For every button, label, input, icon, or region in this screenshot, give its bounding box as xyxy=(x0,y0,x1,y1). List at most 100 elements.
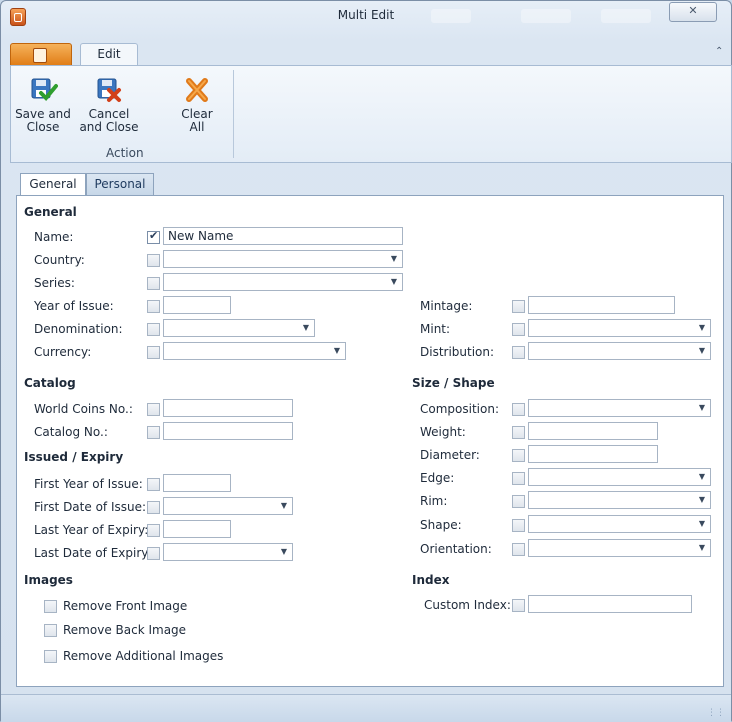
mintage-checkbox[interactable] xyxy=(512,300,525,313)
denomination-combo[interactable]: ▼ xyxy=(163,319,315,337)
country-combo[interactable]: ▼ xyxy=(163,250,403,268)
close-icon: ✕ xyxy=(688,4,698,17)
chevron-down-icon: ▼ xyxy=(698,346,706,355)
section-issued-expiry: Issued / Expiry xyxy=(24,450,124,464)
rim-label: Rim: xyxy=(420,494,448,508)
edge-combo[interactable]: ▼ xyxy=(528,468,711,486)
world-coins-no-checkbox[interactable] xyxy=(147,403,160,416)
catalog-no-checkbox[interactable] xyxy=(147,426,160,439)
distribution-checkbox[interactable] xyxy=(512,346,525,359)
remove-back-image-checkbox[interactable] xyxy=(44,624,57,637)
year-of-issue-field[interactable] xyxy=(163,296,231,314)
cancel-close-icon xyxy=(97,78,121,102)
custom-index-checkbox[interactable] xyxy=(512,599,525,612)
remove-front-image-checkbox[interactable] xyxy=(44,600,57,613)
first-year-of-issue-label: First Year of Issue: xyxy=(34,477,143,491)
series-combo[interactable]: ▼ xyxy=(163,273,403,291)
name-field[interactable]: New Name xyxy=(163,227,403,245)
diameter-checkbox[interactable] xyxy=(512,449,525,462)
mint-label: Mint: xyxy=(420,322,451,336)
remove-additional-images-checkbox[interactable] xyxy=(44,650,57,663)
last-year-of-expiry-checkbox[interactable] xyxy=(147,524,160,537)
weight-checkbox[interactable] xyxy=(512,426,525,439)
remove-additional-images-label: Remove Additional Images xyxy=(63,649,224,663)
currency-combo[interactable]: ▼ xyxy=(163,342,346,360)
window-title: Multi Edit xyxy=(337,8,395,22)
composition-label: Composition: xyxy=(420,402,499,416)
chevron-down-icon: ▼ xyxy=(698,403,706,412)
currency-checkbox[interactable] xyxy=(147,346,160,359)
shape-combo[interactable]: ▼ xyxy=(528,515,711,533)
chevron-down-icon: ▼ xyxy=(698,472,706,481)
diameter-field[interactable] xyxy=(528,445,658,463)
first-year-of-issue-checkbox[interactable] xyxy=(147,478,160,491)
last-date-of-expiry-picker[interactable]: ▼ xyxy=(163,543,293,561)
chevron-down-icon: ▼ xyxy=(333,346,341,355)
chevron-down-icon: ▼ xyxy=(302,323,310,332)
first-date-of-issue-checkbox[interactable] xyxy=(147,501,160,514)
application-menu-button[interactable] xyxy=(10,43,72,67)
composition-combo[interactable]: ▼ xyxy=(528,399,711,417)
shape-checkbox[interactable] xyxy=(512,519,525,532)
ribbon-tab-edit[interactable]: Edit xyxy=(80,43,138,66)
rim-checkbox[interactable] xyxy=(512,495,525,508)
section-size-shape: Size / Shape xyxy=(412,376,495,390)
save-and-close-label: Save and Close xyxy=(15,107,71,134)
chevron-down-icon: ▼ xyxy=(698,543,706,552)
distribution-label: Distribution: xyxy=(420,345,495,359)
name-checkbox[interactable] xyxy=(147,229,160,244)
close-button[interactable]: ✕ xyxy=(669,2,717,22)
weight-label: Weight: xyxy=(420,425,466,439)
series-checkbox[interactable] xyxy=(147,277,160,290)
chevron-down-icon: ▼ xyxy=(698,495,706,504)
ribbon-tab-strip: Edit xyxy=(10,43,730,67)
tab-personal[interactable]: Personal xyxy=(86,173,154,195)
catalog-no-field[interactable] xyxy=(163,422,293,440)
general-tab-panel: General Name: New Name Country: ▼ Series… xyxy=(16,195,724,687)
last-date-of-expiry-checkbox[interactable] xyxy=(147,547,160,560)
rim-combo[interactable]: ▼ xyxy=(528,491,711,509)
world-coins-no-label: World Coins No.: xyxy=(34,402,133,416)
chevron-down-icon: ▼ xyxy=(698,323,706,332)
orientation-label: Orientation: xyxy=(420,542,492,556)
mint-combo[interactable]: ▼ xyxy=(528,319,711,337)
denomination-checkbox[interactable] xyxy=(147,323,160,336)
year-of-issue-label: Year of Issue: xyxy=(34,299,114,313)
edge-checkbox[interactable] xyxy=(512,472,525,485)
mint-checkbox[interactable] xyxy=(512,323,525,336)
section-catalog: Catalog xyxy=(24,376,76,390)
name-label: Name: xyxy=(34,230,74,244)
first-year-of-issue-field[interactable] xyxy=(163,474,231,492)
year-of-issue-checkbox[interactable] xyxy=(147,300,160,313)
chevron-down-icon: ▼ xyxy=(280,547,288,556)
orientation-checkbox[interactable] xyxy=(512,543,525,556)
save-close-icon xyxy=(31,78,58,101)
cancel-and-close-button[interactable]: Cancel and Close xyxy=(79,76,139,134)
status-bar: ⋮⋮ xyxy=(1,694,731,722)
country-checkbox[interactable] xyxy=(147,254,160,267)
distribution-combo[interactable]: ▼ xyxy=(528,342,711,360)
clear-all-button[interactable]: Clear All xyxy=(167,76,227,134)
shape-label: Shape: xyxy=(420,518,462,532)
composition-checkbox[interactable] xyxy=(512,403,525,416)
resize-grip-icon[interactable]: ⋮⋮ xyxy=(707,708,725,718)
custom-index-field[interactable] xyxy=(528,595,692,613)
remove-front-image-label: Remove Front Image xyxy=(63,599,188,613)
last-year-of-expiry-field[interactable] xyxy=(163,520,231,538)
first-date-of-issue-picker[interactable]: ▼ xyxy=(163,497,293,515)
denomination-label: Denomination: xyxy=(34,322,123,336)
section-general: General xyxy=(24,205,77,219)
mintage-label: Mintage: xyxy=(420,299,473,313)
ribbon-group-separator xyxy=(233,70,234,158)
tab-general[interactable]: General xyxy=(20,173,86,196)
world-coins-no-field[interactable] xyxy=(163,399,293,417)
section-index: Index xyxy=(412,573,450,587)
weight-field[interactable] xyxy=(528,422,658,440)
mintage-field[interactable] xyxy=(528,296,675,314)
ribbon-collapse-icon[interactable]: ⌃ xyxy=(715,46,723,57)
chevron-down-icon: ▼ xyxy=(698,519,706,528)
save-and-close-button[interactable]: Save and Close xyxy=(13,76,73,134)
ribbon-group-label: Action xyxy=(106,146,144,160)
chevron-down-icon: ▼ xyxy=(390,254,398,263)
orientation-combo[interactable]: ▼ xyxy=(528,539,711,557)
